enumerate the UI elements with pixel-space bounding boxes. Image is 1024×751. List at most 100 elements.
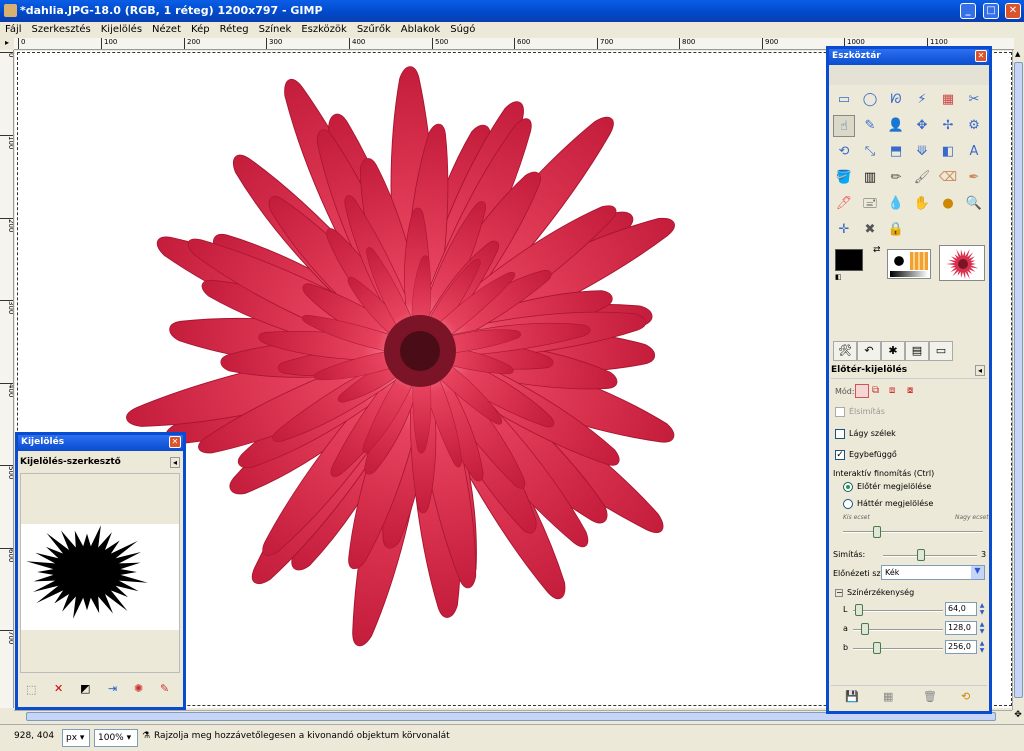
align-icon[interactable]: ⟲: [833, 141, 855, 163]
menu-select[interactable]: Kijelölés: [96, 22, 147, 35]
perspective-clone-icon[interactable]: 🔍: [963, 193, 985, 215]
l-spinbox[interactable]: 64,0: [945, 602, 977, 616]
a-slider[interactable]: [861, 623, 869, 635]
menu-filters[interactable]: Szűrők: [352, 22, 396, 35]
zoom-icon[interactable]: ✥: [911, 115, 933, 137]
heal-icon[interactable]: ●: [937, 193, 959, 215]
scroll-up-icon[interactable]: ▲: [1015, 50, 1020, 58]
menu-layer[interactable]: Réteg: [215, 22, 254, 35]
save-options-icon[interactable]: 💾: [845, 690, 859, 703]
flip-icon[interactable]: 🪣: [833, 167, 855, 189]
zoom-select[interactable]: 100% ▾: [94, 729, 138, 747]
to-path-icon[interactable]: ✺: [134, 682, 143, 695]
foreground-color-swatch[interactable]: [835, 249, 863, 271]
airbrush-icon[interactable]: 🖃: [859, 193, 881, 215]
blur-icon[interactable]: ✛: [833, 219, 855, 241]
mode-replace-icon[interactable]: [855, 384, 869, 398]
menu-colors[interactable]: Színek: [254, 22, 297, 35]
perspective-icon[interactable]: A: [963, 141, 985, 163]
smudge-icon[interactable]: ✖: [859, 219, 881, 241]
brush-size-track[interactable]: [843, 531, 983, 533]
minimize-button[interactable]: _: [960, 3, 976, 19]
swap-colors-icon[interactable]: ⇄: [873, 245, 881, 255]
scissors-select-icon[interactable]: ✂: [963, 89, 985, 111]
antialias-checkbox[interactable]: [835, 407, 845, 417]
b-track[interactable]: [853, 648, 943, 650]
tab-device-status[interactable]: ✱: [881, 341, 905, 361]
quick-mask-corner-icon[interactable]: ▸: [0, 38, 14, 50]
contiguous-checkbox[interactable]: ✓: [835, 450, 845, 460]
rotate-icon[interactable]: ⬒: [885, 141, 907, 163]
preview-color-select[interactable]: Kék ▼: [881, 565, 985, 580]
reset-options-icon[interactable]: ⟲: [961, 690, 970, 703]
invert-selection-icon[interactable]: ◩: [80, 682, 90, 695]
toolbox-titlebar[interactable]: Eszköztár ✕: [829, 49, 989, 65]
delete-options-icon[interactable]: 🗑: [923, 690, 937, 703]
feather-checkbox[interactable]: [835, 429, 845, 439]
paintbrush-icon[interactable]: ✒: [963, 167, 985, 189]
collapse-expander-icon[interactable]: −: [835, 589, 843, 597]
mark-background-radio[interactable]: [843, 499, 853, 509]
active-brush-preview[interactable]: [887, 249, 931, 279]
shear-icon[interactable]: ◧: [937, 141, 959, 163]
measure-icon[interactable]: ✢: [937, 115, 959, 137]
menu-view[interactable]: Nézet: [147, 22, 186, 35]
color-picker-icon[interactable]: 👤: [885, 115, 907, 137]
clone-icon[interactable]: ✋: [911, 193, 933, 215]
paths-icon[interactable]: ✎: [859, 115, 881, 137]
ink-icon[interactable]: 💧: [885, 193, 907, 215]
tab-layers[interactable]: ▤: [905, 341, 929, 361]
selection-editor-titlebar[interactable]: Kijelölés ✕: [18, 435, 183, 451]
select-all-icon[interactable]: ⬚: [26, 683, 36, 696]
brush-size-slider[interactable]: [873, 526, 881, 538]
save-to-channel-icon[interactable]: ⇥: [108, 682, 117, 695]
scale-icon[interactable]: ⟱: [911, 141, 933, 163]
panel-menu-icon[interactable]: ◂: [974, 365, 985, 376]
unit-select[interactable]: px ▾: [62, 729, 90, 747]
mode-add-icon[interactable]: ⧉: [872, 385, 879, 396]
default-colors-icon[interactable]: ◧: [835, 273, 842, 281]
spin-arrows-icon[interactable]: ▲ ▼: [978, 602, 986, 616]
vertical-scrollbar[interactable]: ▲: [1012, 50, 1024, 710]
dodge-icon[interactable]: 🔒: [885, 219, 907, 241]
rect-select-icon[interactable]: ▭: [833, 89, 855, 111]
smoothing-track[interactable]: [883, 555, 977, 557]
vertical-scroll-thumb[interactable]: [1014, 62, 1023, 698]
menu-file[interactable]: Fájl: [0, 22, 27, 35]
b-spinbox[interactable]: 256,0: [945, 640, 977, 654]
menu-windows[interactable]: Ablakok: [396, 22, 445, 35]
select-none-icon[interactable]: ✕: [54, 682, 63, 695]
l-slider[interactable]: [855, 604, 863, 616]
menu-image[interactable]: Kép: [186, 22, 215, 35]
by-color-select-icon[interactable]: ▦: [937, 89, 959, 111]
a-spinbox[interactable]: 128,0: [945, 621, 977, 635]
fuzzy-select-icon[interactable]: ⚡: [911, 89, 933, 111]
tab-images[interactable]: ▭: [929, 341, 953, 361]
l-track[interactable]: [853, 610, 943, 612]
toolbox-close-button[interactable]: ✕: [975, 50, 987, 62]
title-bar[interactable]: *dahlia.JPG-18.0 (RGB, 1 réteg) 1200x797…: [0, 0, 1024, 22]
move-icon[interactable]: ⚙: [963, 115, 985, 137]
mode-subtract-icon[interactable]: ⧈: [889, 385, 895, 396]
ellipse-select-icon[interactable]: ◯: [859, 89, 881, 111]
tab-tool-options[interactable]: 🛠: [833, 341, 857, 361]
selection-editor-close-button[interactable]: ✕: [169, 436, 181, 448]
b-slider[interactable]: [873, 642, 881, 654]
smoothing-slider[interactable]: [917, 549, 925, 561]
menu-help[interactable]: Súgó: [445, 22, 480, 35]
eraser-icon[interactable]: 🖊: [833, 193, 855, 215]
spin-arrows-icon[interactable]: ▲ ▼: [978, 621, 986, 635]
spin-arrows-icon[interactable]: ▲ ▼: [978, 640, 986, 654]
text-icon[interactable]: ▥: [859, 167, 881, 189]
restore-options-icon[interactable]: ▦: [883, 690, 893, 703]
selection-preview[interactable]: [20, 473, 180, 673]
maximize-button[interactable]: □: [983, 3, 999, 19]
panel-menu-icon[interactable]: ◂: [169, 457, 180, 468]
blend-icon[interactable]: 🖌: [911, 167, 933, 189]
stroke-selection-icon[interactable]: ✎: [160, 682, 169, 695]
menu-tools[interactable]: Eszközök: [296, 22, 352, 35]
vertical-ruler[interactable]: 0 100 200 300 400 500 600 700: [0, 50, 14, 708]
pencil-icon[interactable]: ⌫: [937, 167, 959, 189]
free-select-icon[interactable]: ᘗ: [885, 89, 907, 111]
navigate-icon[interactable]: ✥: [1012, 710, 1024, 722]
